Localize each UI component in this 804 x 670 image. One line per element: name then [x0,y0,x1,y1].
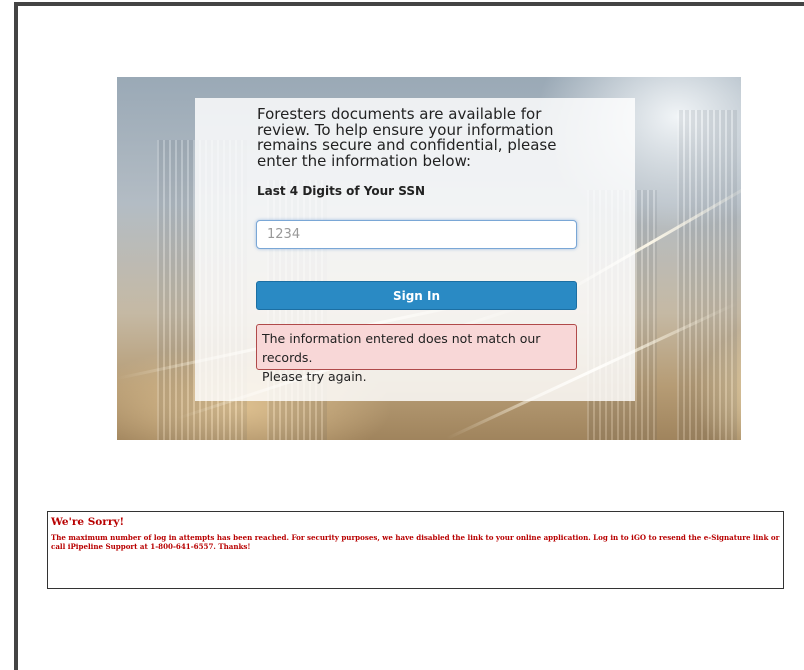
lockout-notice: We're Sorry! The maximum number of log i… [47,511,784,589]
notice-message: The maximum number of log in attempts ha… [51,533,780,551]
error-message-line-2: Please try again. [262,369,367,384]
notice-title: We're Sorry! [51,516,125,528]
ssn-label: Last 4 Digits of Your SSN [257,184,426,198]
sign-in-button[interactable]: Sign In [256,281,577,310]
ssn-input[interactable] [256,220,577,249]
error-message-line-1: The information entered does not match o… [262,331,541,365]
error-message: The information entered does not match o… [256,324,577,384]
intro-text: Foresters documents are available for re… [257,105,557,170]
